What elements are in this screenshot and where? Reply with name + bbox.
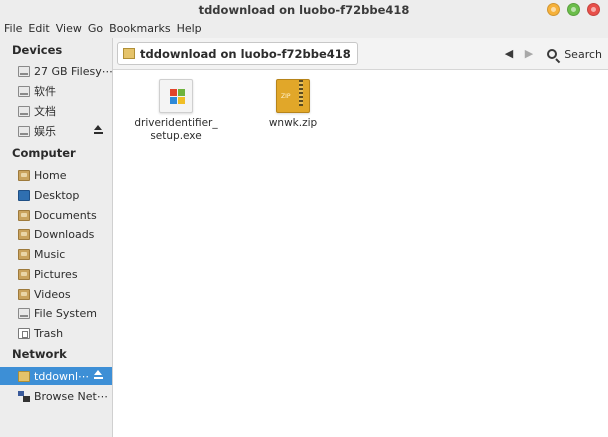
trash-icon bbox=[18, 327, 30, 339]
drive-icon bbox=[18, 307, 30, 319]
menu-bookmarks[interactable]: Bookmarks bbox=[109, 20, 170, 38]
windows-exe-icon bbox=[159, 79, 193, 113]
menu-view[interactable]: View bbox=[56, 20, 82, 38]
network-share-icon bbox=[18, 370, 30, 382]
music-folder-icon bbox=[18, 248, 30, 260]
sidebar-item-videos[interactable]: Videos bbox=[0, 285, 112, 303]
sidebar-item-label: Trash bbox=[34, 326, 64, 340]
back-button[interactable]: ◀ bbox=[503, 47, 515, 61]
file-name: wnwk.zip bbox=[268, 117, 318, 129]
sidebar-item-label: 文档 bbox=[34, 105, 56, 118]
menu-help[interactable]: Help bbox=[177, 20, 202, 38]
drive-icon bbox=[18, 65, 30, 77]
menu-edit[interactable]: Edit bbox=[28, 20, 49, 38]
menu-file[interactable]: File bbox=[4, 20, 22, 38]
sidebar-item-downloads[interactable]: Downloads bbox=[0, 225, 112, 243]
sidebar-item-label: Music bbox=[34, 247, 66, 261]
window-title: tddownload on luobo-f72bbe418 bbox=[198, 3, 410, 17]
documents-folder-icon bbox=[18, 209, 30, 221]
desktop-icon bbox=[18, 189, 30, 201]
sidebar-item-label: Videos bbox=[34, 287, 71, 301]
zip-archive-icon: ZIP bbox=[276, 79, 310, 113]
sidebar-item-browse-network[interactable]: Browse Net⋯ bbox=[0, 387, 112, 405]
drive-icon bbox=[18, 125, 30, 137]
minimize-button[interactable] bbox=[547, 3, 560, 16]
sidebar-item-label: tddownl⋯ bbox=[34, 369, 90, 383]
eject-icon[interactable] bbox=[94, 125, 103, 135]
sidebar-item-trash[interactable]: Trash bbox=[0, 324, 112, 342]
sidebar-item-music[interactable]: Music bbox=[0, 245, 112, 263]
network-share-icon bbox=[123, 48, 135, 59]
drive-icon bbox=[18, 105, 30, 117]
toolbar: tddownload on luobo-f72bbe418 ◀ ▶ Search bbox=[113, 38, 608, 70]
sidebar-item-label: Home bbox=[34, 168, 67, 182]
sidebar-item-label: 软件 bbox=[34, 85, 56, 98]
search-icon bbox=[547, 49, 558, 59]
sidebar-item-label: Desktop bbox=[34, 188, 80, 202]
location-label: tddownload on luobo-f72bbe418 bbox=[140, 46, 351, 61]
close-button[interactable] bbox=[587, 3, 600, 16]
sidebar-item-documents-volume[interactable]: 文档 bbox=[0, 102, 112, 120]
network-icon bbox=[18, 390, 30, 402]
eject-icon[interactable] bbox=[94, 370, 103, 380]
videos-folder-icon bbox=[18, 288, 30, 300]
file-item-exe[interactable]: driveridentifier_ setup.exe bbox=[131, 79, 221, 143]
sidebar-item-file-system[interactable]: File System bbox=[0, 304, 112, 322]
location-breadcrumb[interactable]: tddownload on luobo-f72bbe418 bbox=[117, 42, 358, 65]
file-name: driveridentifier_ setup.exe bbox=[134, 117, 218, 142]
home-folder-icon bbox=[18, 169, 30, 181]
sidebar-item-label: File System bbox=[34, 306, 97, 320]
sidebar-item-desktop[interactable]: Desktop bbox=[0, 186, 112, 204]
sidebar-item-entertainment-volume[interactable]: 娱乐 bbox=[0, 122, 112, 140]
search-button[interactable]: Search bbox=[547, 44, 602, 64]
file-view[interactable]: driveridentifier_ setup.exe ZIP wnwk.zip bbox=[113, 71, 608, 437]
sidebar-item-tddownload-share[interactable]: tddownl⋯ bbox=[0, 367, 112, 385]
sidebar: Devices 27 GB Filesy⋯ 软件 文档 娱乐 Computer … bbox=[0, 38, 113, 437]
window-controls bbox=[547, 3, 600, 16]
maximize-button[interactable] bbox=[567, 3, 580, 16]
file-item-zip[interactable]: ZIP wnwk.zip bbox=[248, 79, 338, 130]
sidebar-item-label: Downloads bbox=[34, 227, 95, 241]
pictures-folder-icon bbox=[18, 268, 30, 280]
sidebar-item-documents[interactable]: Documents bbox=[0, 206, 112, 224]
sidebar-item-pictures[interactable]: Pictures bbox=[0, 265, 112, 283]
downloads-folder-icon bbox=[18, 228, 30, 240]
devices-heading: Devices bbox=[12, 43, 63, 57]
sidebar-item-label: Pictures bbox=[34, 267, 78, 281]
menu-go[interactable]: Go bbox=[88, 20, 103, 38]
sidebar-item-filesystem-volume[interactable]: 27 GB Filesy⋯ bbox=[0, 62, 113, 80]
drive-icon bbox=[18, 85, 30, 97]
sidebar-item-home[interactable]: Home bbox=[0, 166, 112, 184]
computer-heading: Computer bbox=[12, 146, 76, 160]
sidebar-item-label: Documents bbox=[34, 208, 97, 222]
sidebar-item-label: 27 GB Filesy⋯ bbox=[34, 64, 113, 78]
network-heading: Network bbox=[12, 347, 67, 361]
sidebar-item-label: 娱乐 bbox=[34, 125, 56, 138]
title-bar: tddownload on luobo-f72bbe418 bbox=[0, 0, 608, 20]
forward-button[interactable]: ▶ bbox=[523, 47, 535, 61]
search-label: Search bbox=[564, 47, 602, 61]
menu-bar: File Edit View Go Bookmarks Help bbox=[0, 20, 608, 38]
sidebar-item-label: Browse Net⋯ bbox=[34, 389, 108, 403]
sidebar-item-software-volume[interactable]: 软件 bbox=[0, 82, 112, 100]
